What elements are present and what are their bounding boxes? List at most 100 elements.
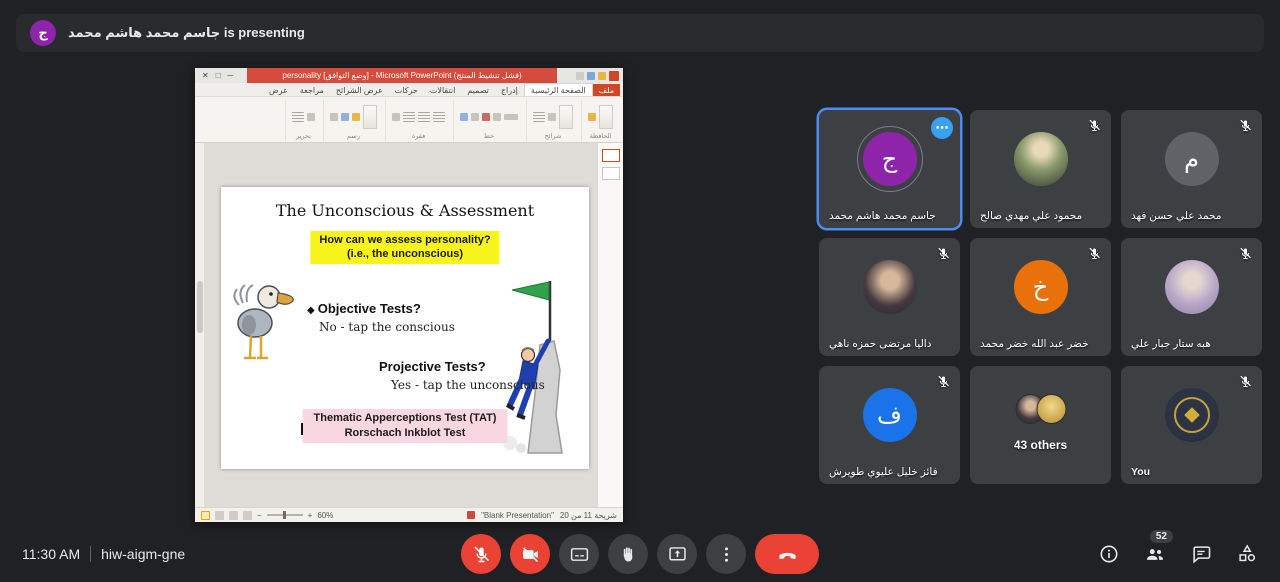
mic-off-icon [1238, 118, 1253, 133]
tab-slideshow: عرض الشرائح [330, 84, 389, 96]
meeting-info: 11:30 AM hiw-aigm-gne [22, 546, 185, 562]
presenter-avatar: ج [30, 20, 56, 46]
powerpoint-logo [609, 71, 619, 81]
participant-avatar: ف [863, 388, 917, 442]
divider [90, 546, 91, 562]
presenting-banner-text: جاسم محمد هاشم محمد is presenting [68, 25, 305, 41]
tab-transitions: انتقالات [424, 84, 461, 96]
participant-name: فائز خليل عليوي طويرش [829, 466, 952, 478]
bird-cartoon [229, 275, 299, 375]
participant-tile[interactable]: خ خضر عبد الله خضر محمد [970, 238, 1111, 356]
participant-name: داليا مرتضى حمزه ناهي [829, 338, 952, 350]
slide-thumbnail [602, 149, 620, 162]
presentation-video-region[interactable]: ✕ □ ─ personality [وضع التوافق] - Micros… [195, 68, 623, 522]
people-panel-button[interactable]: 52 [1144, 543, 1166, 565]
tile-options-button[interactable]: ⋯ [931, 117, 953, 139]
captions-button[interactable] [559, 534, 599, 574]
mic-off-icon [936, 374, 951, 389]
participant-tile[interactable]: محمود علي مهدي صالح [970, 110, 1111, 228]
clock-time: 11:30 AM [22, 546, 80, 562]
tab-file: ملف [593, 84, 620, 96]
participant-tile[interactable]: هبه ستار جبار علي [1121, 238, 1262, 356]
spellcheck-icon [467, 511, 475, 519]
close-icon: ✕ [202, 72, 209, 80]
participant-avatar [863, 260, 917, 314]
ppt-title-bar: ✕ □ ─ personality [وضع التوافق] - Micros… [195, 68, 623, 83]
others-tile[interactable]: 43 others [970, 366, 1111, 484]
more-horizontal-icon: ⋯ [936, 120, 949, 136]
diamond-bullet-icon: ◆ [307, 305, 315, 316]
slide-question-highlight: How can we assess personality? (i.e., th… [310, 231, 499, 264]
presentation-theme-name: "Blank Presentation" [481, 511, 554, 520]
raise-hand-button[interactable] [608, 534, 648, 574]
leave-call-button[interactable] [755, 534, 819, 574]
self-name: You [1131, 466, 1254, 478]
ribbon-group-font: خط [453, 100, 524, 141]
view-slideshow-icon [243, 511, 252, 520]
tab-design: تصميم [461, 84, 495, 96]
presenting-banner: ج جاسم محمد هاشم محمد is presenting [16, 14, 1264, 52]
mic-off-icon [1087, 118, 1102, 133]
redo-icon [576, 72, 584, 80]
meeting-details-button[interactable] [1098, 543, 1120, 565]
participants-grid: ⋯ ج جاسم محمد هاشم محمد محمود علي مهدي ص… [819, 110, 1262, 484]
participant-name: خضر عبد الله خضر محمد [980, 338, 1103, 350]
ribbon-group-editing: تحرير [285, 100, 321, 141]
ppt-window-controls: ✕ □ ─ [195, 68, 247, 83]
ribbon-group-drawing: رسم [323, 100, 383, 141]
save-icon [598, 72, 606, 80]
mic-toggle-button[interactable] [461, 534, 501, 574]
zoom-slider [267, 514, 303, 516]
participant-avatar [1036, 394, 1066, 424]
mic-off-icon [936, 246, 951, 261]
fit-slide-icon [201, 511, 210, 520]
meeting-code: hiw-aigm-gne [101, 546, 185, 562]
more-options-button[interactable] [706, 534, 746, 574]
ppt-status-bar: − + 60% شريحة 11 من 20 "Blank Presentati… [195, 507, 623, 522]
objective-tests-heading: ◆Objective Tests? [307, 301, 421, 316]
zoom-level: 60% [317, 511, 333, 520]
slide-tests-highlight: Thematic Apperceptions Test (TAT) Rorsch… [303, 409, 508, 443]
ribbon-group-paragraph: فقرة [385, 100, 451, 141]
others-count-label: 43 others [970, 438, 1111, 452]
mic-off-icon [1087, 246, 1102, 261]
slide-thumbnail [602, 167, 620, 180]
participant-name: محمود علي مهدي صالح [980, 210, 1103, 222]
self-avatar-logo [1165, 388, 1219, 442]
participant-tile[interactable]: ف فائز خليل عليوي طويرش [819, 366, 960, 484]
slide-canvas: The Unconscious & Assessment How can we … [221, 187, 589, 469]
participant-name: محمد علي حسن فهد [1131, 210, 1254, 222]
undo-icon [587, 72, 595, 80]
call-controls [461, 534, 819, 574]
objective-tests-answer: No - tap the conscious [319, 320, 455, 334]
tab-insert: إدراج [495, 84, 524, 96]
chat-panel-button[interactable] [1190, 543, 1212, 565]
view-sorter-icon [229, 511, 238, 520]
self-tile[interactable]: You [1121, 366, 1262, 484]
slide-title: The Unconscious & Assessment [221, 201, 589, 220]
camera-toggle-button[interactable] [510, 534, 550, 574]
slide-number-indicator: شريحة 11 من 20 [560, 511, 617, 520]
presenter-avatar-letter: ج [38, 25, 47, 41]
participant-count-badge: 52 [1150, 530, 1173, 543]
participant-avatar [1014, 132, 1068, 186]
maximize-icon: □ [216, 72, 221, 80]
zoom-in-icon: + [308, 511, 313, 520]
activities-button[interactable] [1236, 543, 1258, 565]
ppt-window-title: personality [وضع التوافق] - Microsoft Po… [247, 68, 557, 83]
ppt-ribbon: الحافظة شرائح خط فقرة رسم تحرير [195, 97, 623, 143]
participant-avatar: م [1165, 132, 1219, 186]
others-avatars [1015, 394, 1066, 424]
google-meet-app: ج جاسم محمد هاشم محمد is presenting ✕ □ … [0, 0, 1280, 582]
minimize-icon: ─ [228, 72, 234, 80]
present-button[interactable] [657, 534, 697, 574]
ppt-vertical-scrollbar [195, 143, 205, 507]
participant-name: هبه ستار جبار علي [1131, 338, 1254, 350]
view-normal-icon [215, 511, 224, 520]
participant-avatar: خ [1014, 260, 1068, 314]
participant-tile[interactable]: داليا مرتضى حمزه ناهي [819, 238, 960, 356]
meet-control-bar: 11:30 AM hiw-aigm-gne [0, 526, 1280, 582]
participant-tile-presenter[interactable]: ⋯ ج جاسم محمد هاشم محمد [819, 110, 960, 228]
participant-tile[interactable]: م محمد علي حسن فهد [1121, 110, 1262, 228]
ribbon-group-clipboard: الحافظة [581, 100, 619, 141]
